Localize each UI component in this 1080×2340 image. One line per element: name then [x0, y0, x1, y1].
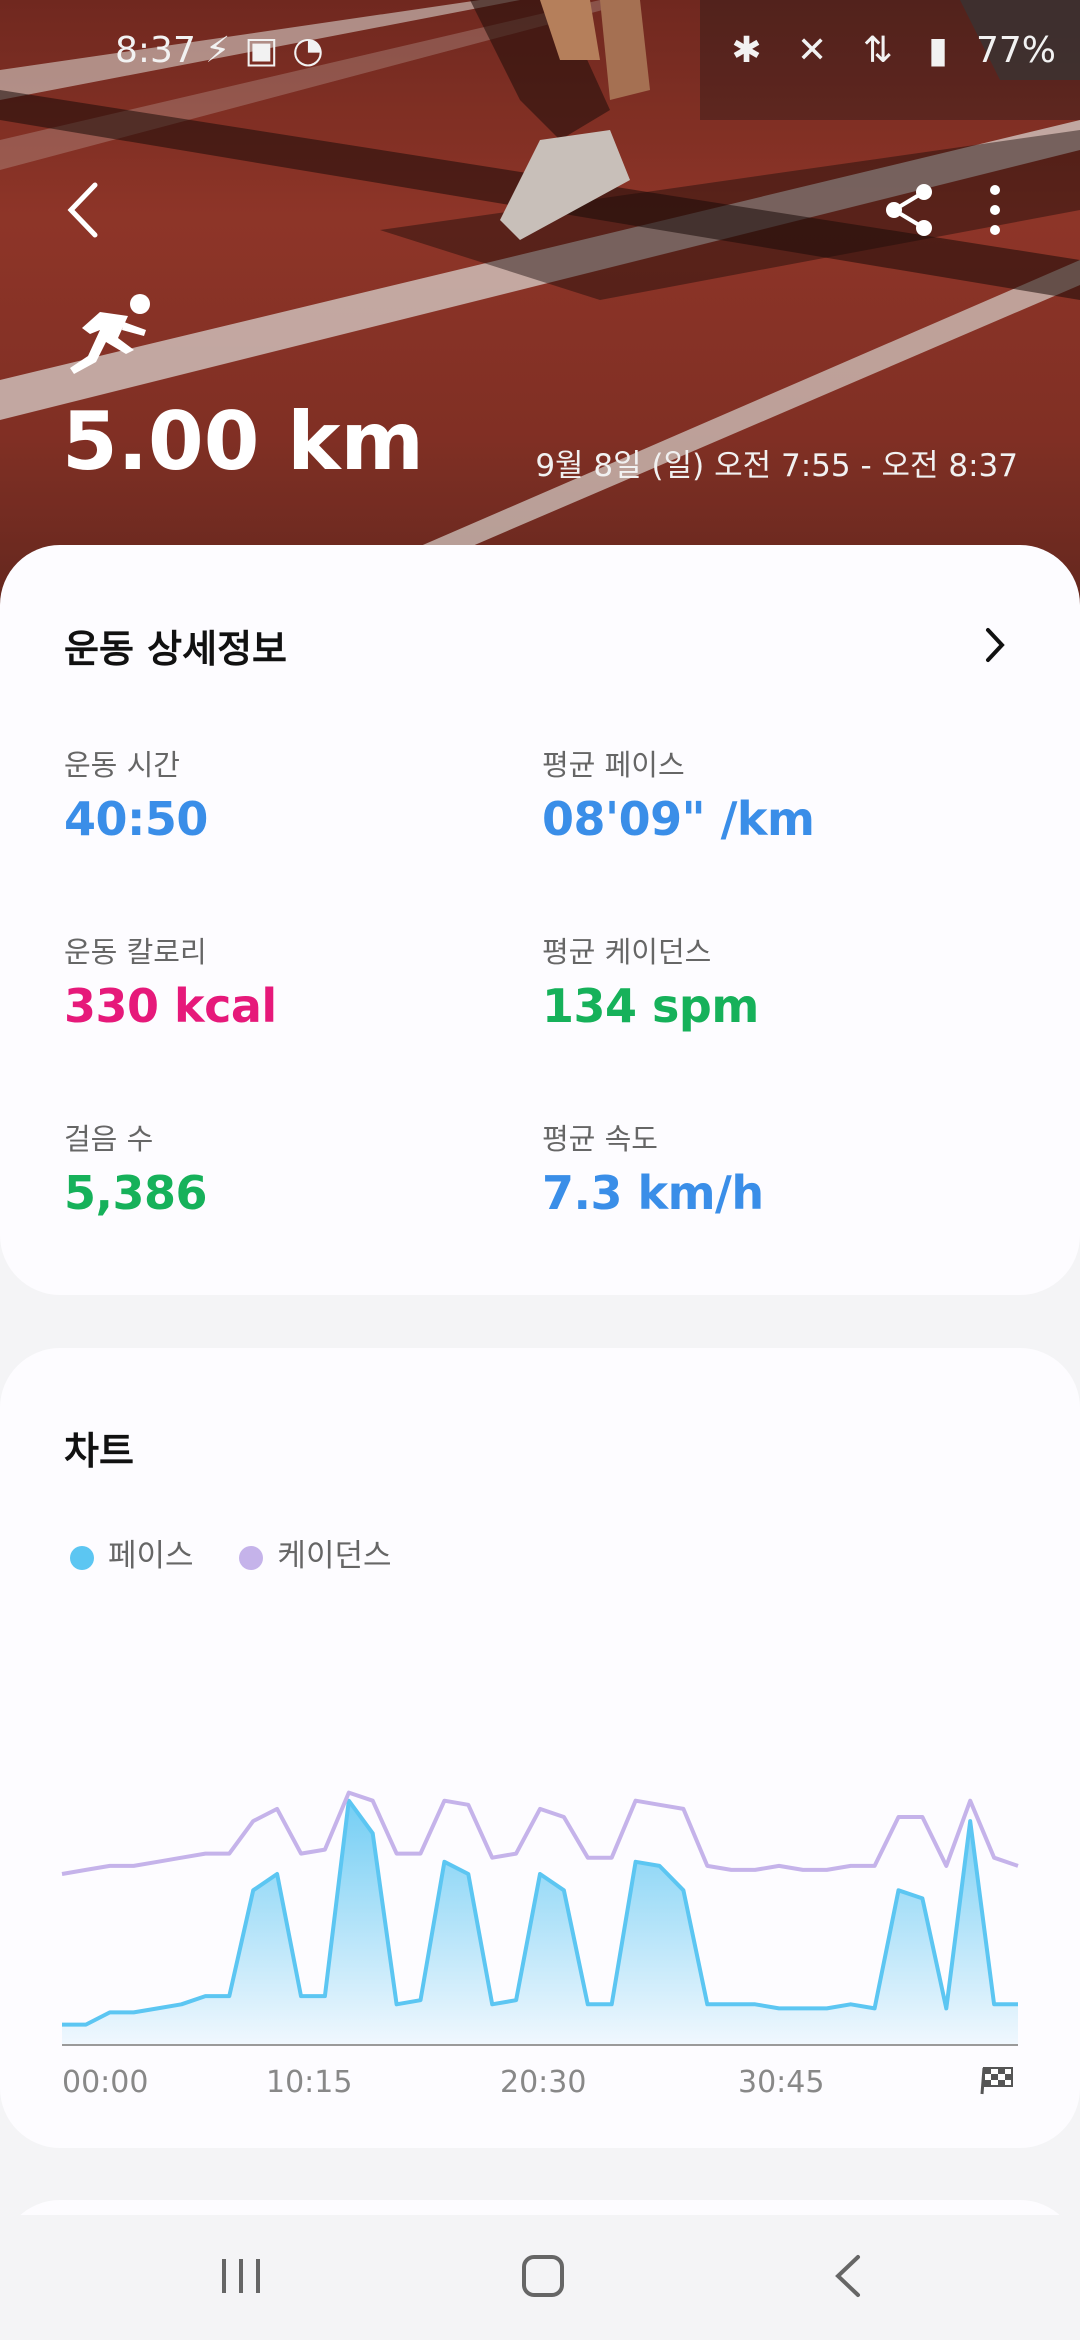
metric-value: 330 kcal	[64, 979, 277, 1033]
metric-value: 5,386	[64, 1166, 208, 1220]
metric-avg-speed: 평균 속도 7.3 km/h	[542, 1116, 764, 1220]
x-tick-label: 20:30	[500, 2065, 587, 2100]
nav-back-button[interactable]	[828, 2251, 868, 2305]
back-arrow-icon	[67, 182, 98, 238]
metric-value: 7.3 km/h	[542, 1166, 764, 1220]
x-tick-label: 30:45	[738, 2065, 825, 2100]
metric-duration: 운동 시간 40:50	[64, 742, 208, 846]
metric-label: 걸음 수	[64, 1122, 154, 1156]
workout-datetime: 9월 8일 (일) 오전 7:55 - 오전 8:37	[535, 448, 1018, 484]
metric-value: 134 spm	[542, 979, 759, 1033]
metric-label: 운동 칼로리	[64, 935, 207, 969]
x-tick-label: 00:00	[62, 2065, 149, 2100]
recent-apps-button[interactable]	[218, 2251, 264, 2305]
chevron-right-icon	[986, 628, 1005, 662]
back-button[interactable]	[55, 175, 115, 245]
legend-label: 케이던스	[277, 1538, 392, 1574]
chart-title: 차트	[64, 1429, 134, 1473]
x-tick-label: 10:15	[266, 2065, 353, 2100]
share-icon	[886, 184, 932, 236]
notification-icons: ⚡▣◔	[205, 30, 338, 71]
metric-value: 08'09" /km	[542, 792, 815, 846]
share-button[interactable]	[880, 180, 940, 240]
metric-label: 평균 케이던스	[542, 935, 712, 969]
cadence-series-line	[61, 1790, 1019, 1876]
metric-label: 평균 페이스	[542, 748, 685, 782]
metric-value: 40:50	[64, 792, 208, 846]
legend-item-cadence: 케이던스	[239, 1530, 392, 1575]
more-vert-icon	[990, 185, 1000, 235]
metric-label: 운동 시간	[64, 748, 180, 782]
finish-flag-icon	[980, 2067, 1013, 2095]
status-bar: 8:37 ⚡▣◔ ✱ ✕ ⇅ ▮ 77%	[0, 0, 1080, 100]
metric-steps: 걸음 수 5,386	[64, 1116, 208, 1220]
legend-label: 페이스	[108, 1538, 194, 1574]
running-icon	[70, 294, 150, 374]
battery-level: 77%	[975, 30, 1056, 71]
pace-cadence-chart	[61, 1790, 1019, 2046]
more-options-button[interactable]	[975, 180, 1015, 240]
metric-avg-cadence: 평균 케이던스 134 spm	[542, 929, 759, 1033]
metric-avg-pace: 평균 페이스 08'09" /km	[542, 742, 815, 846]
metric-label: 평균 속도	[542, 1122, 658, 1156]
legend-item-pace: 페이스	[70, 1530, 194, 1575]
home-button[interactable]	[518, 2251, 568, 2305]
hero-banner: 8:37 ⚡▣◔ ✱ ✕ ⇅ ▮ 77% 5.00 km 9월 8일 (일) 오…	[0, 0, 1080, 620]
recent-apps-icon	[222, 2259, 260, 2293]
legend-dot	[239, 1545, 264, 1570]
home-icon	[522, 2255, 564, 2297]
status-time: 8:37	[115, 30, 196, 71]
metric-calories: 운동 칼로리 330 kcal	[64, 929, 277, 1033]
nav-back-icon	[835, 2255, 860, 2297]
system-icons: ✱ ✕ ⇅ ▮	[731, 30, 960, 71]
chart-legend: 페이스 케이던스	[70, 1530, 428, 1575]
legend-dot	[70, 1545, 94, 1570]
system-nav-bar	[0, 2215, 1080, 2340]
details-expand-button[interactable]	[970, 620, 1020, 670]
distance-value: 5.00 km	[62, 395, 424, 488]
details-title: 운동 상세정보	[64, 627, 287, 671]
